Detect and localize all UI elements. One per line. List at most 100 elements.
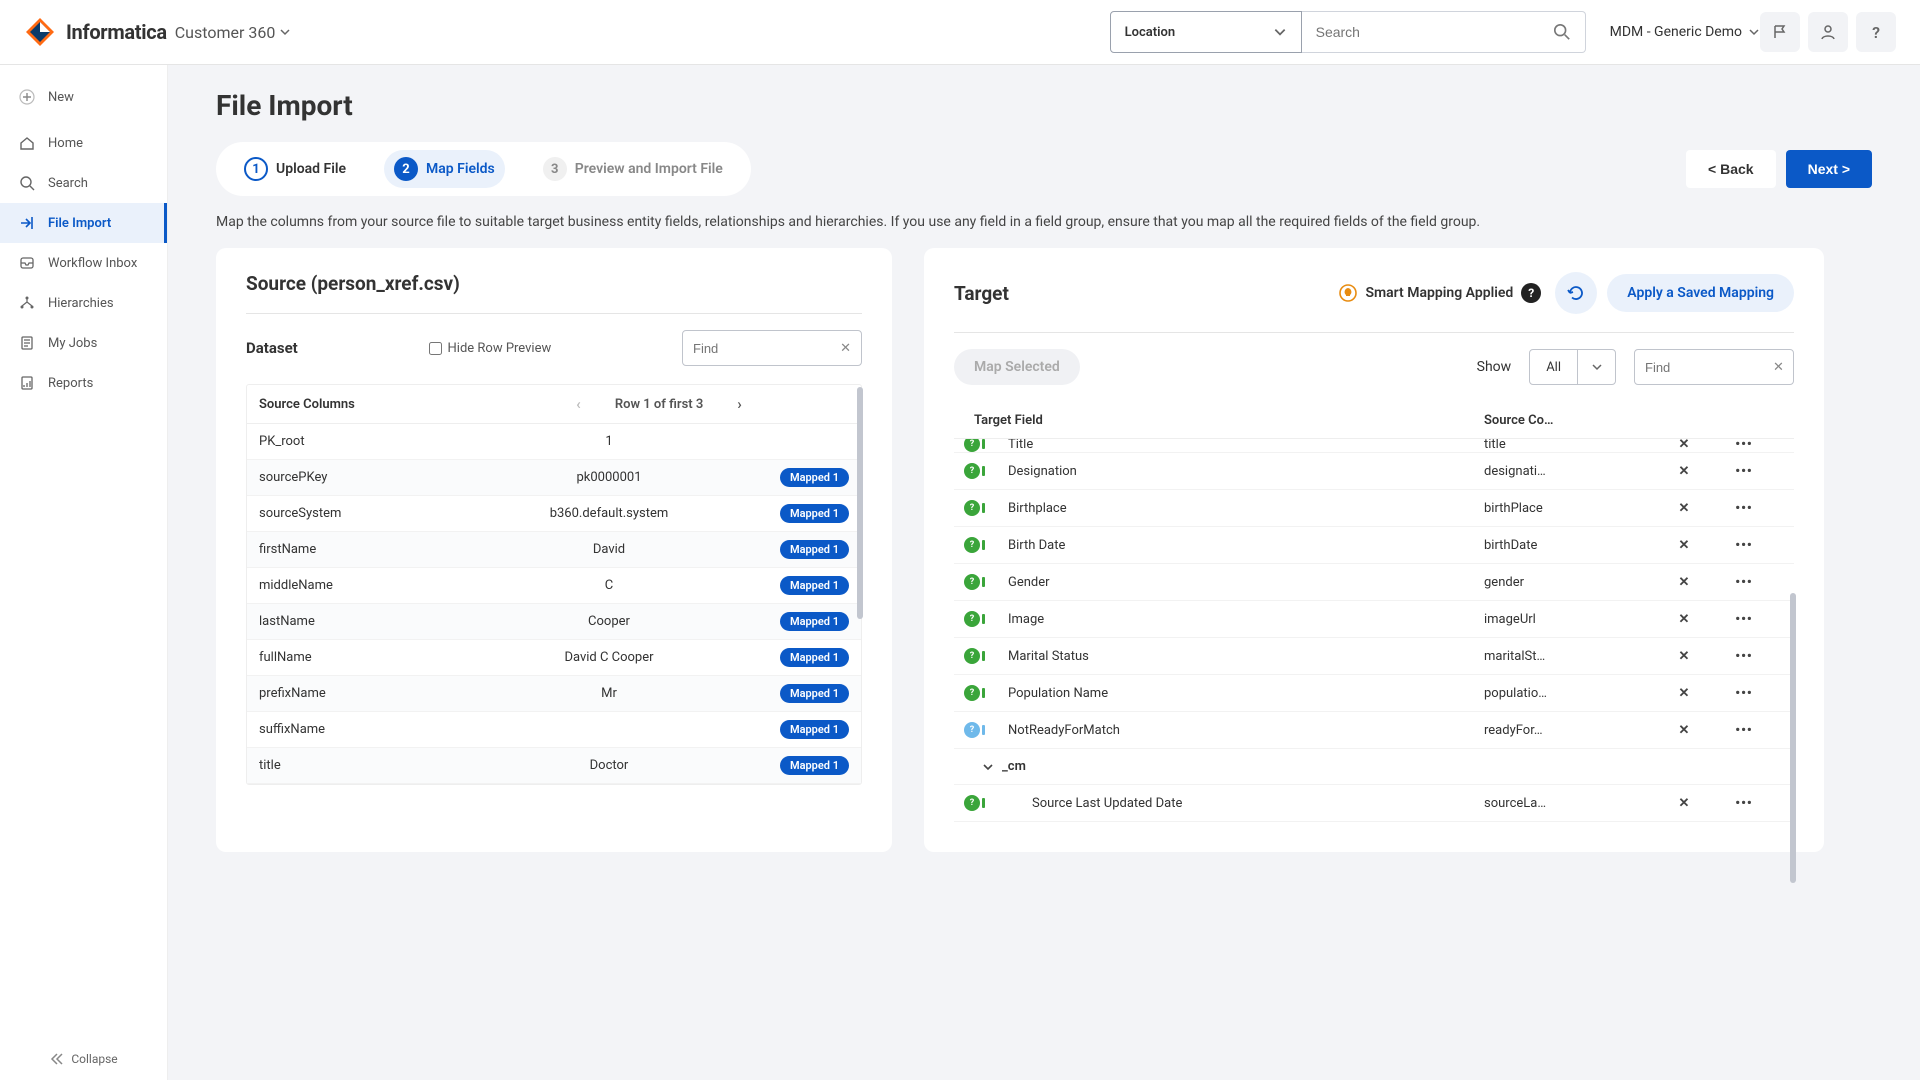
show-filter-dropdown[interactable]: All [1529, 349, 1616, 385]
remove-mapping-icon[interactable]: ✕ [1644, 649, 1724, 664]
source-row[interactable]: suffixNameMapped 1 [247, 712, 861, 748]
info-icon[interactable]: ? [1521, 283, 1541, 303]
global-search[interactable] [1302, 11, 1586, 53]
row-menu-icon[interactable]: ••• [1724, 649, 1764, 664]
target-field-name: Source Last Updated Date [990, 796, 1484, 811]
row-menu-icon[interactable]: ••• [1724, 686, 1764, 701]
location-dropdown[interactable]: Location [1110, 11, 1302, 53]
col-source-columns: Source Columns [259, 397, 469, 412]
back-button[interactable]: < Back [1686, 150, 1776, 188]
chevron-down-icon [1577, 350, 1615, 384]
find-input[interactable] [693, 341, 813, 356]
source-row[interactable]: PK_root1 [247, 424, 861, 460]
remove-mapping-icon[interactable]: ✕ [1644, 723, 1724, 738]
source-column-mapped: maritalSt… [1484, 649, 1644, 664]
undo-mapping-button[interactable] [1555, 272, 1597, 314]
target-row[interactable]: ?Titletitle✕••• [954, 439, 1794, 453]
scrollbar-thumb[interactable] [1790, 593, 1796, 883]
find-input[interactable] [1645, 360, 1765, 375]
product-switcher[interactable]: Customer 360 [175, 23, 292, 42]
source-row[interactable]: prefixNameMrMapped 1 [247, 676, 861, 712]
source-row[interactable]: sourceSystemb360.default.systemMapped 1 [247, 496, 861, 532]
remove-mapping-icon[interactable]: ✕ [1644, 575, 1724, 590]
next-row-icon[interactable]: › [737, 395, 742, 413]
next-button[interactable]: Next > [1786, 150, 1872, 188]
source-column-value: Mr [469, 686, 749, 701]
target-row[interactable]: ?NotReadyForMatchreadyFor…✕••• [954, 712, 1794, 749]
flag-icon-button[interactable] [1760, 12, 1800, 52]
mapped-badge-cell: Mapped 1 [749, 686, 849, 701]
remove-mapping-icon[interactable]: ✕ [1644, 501, 1724, 516]
search-input[interactable] [1316, 24, 1516, 40]
row-menu-icon[interactable]: ••• [1724, 501, 1764, 516]
target-row[interactable]: ?Gendergender✕••• [954, 564, 1794, 601]
lightbulb-icon [1339, 284, 1357, 302]
sidebar-item-my-jobs[interactable]: My Jobs [0, 323, 167, 363]
show-label: Show [1477, 359, 1512, 375]
mapped-badge: Mapped 1 [780, 720, 849, 739]
row-menu-icon[interactable]: ••• [1724, 796, 1764, 811]
target-field-name: Birthplace [990, 501, 1484, 516]
row-menu-icon[interactable]: ••• [1724, 464, 1764, 479]
remove-mapping-icon[interactable]: ✕ [1644, 538, 1724, 553]
help-icon-button[interactable]: ? [1856, 12, 1896, 52]
target-row[interactable]: ?Source Last Updated DatesourceLa…✕••• [954, 785, 1794, 822]
sidebar-item-hierarchies[interactable]: Hierarchies [0, 283, 167, 323]
remove-mapping-icon[interactable]: ✕ [1644, 686, 1724, 701]
content: File Import 1 Upload File 2 Map Fields 3… [168, 65, 1920, 1080]
source-row[interactable]: sourcePKeypk0000001Mapped 1 [247, 460, 861, 496]
collapse-sidebar-button[interactable]: Collapse [0, 1052, 167, 1066]
step-preview[interactable]: 3 Preview and Import File [533, 150, 733, 188]
remove-mapping-icon[interactable]: ✕ [1644, 796, 1724, 811]
sidebar-label: Hierarchies [48, 296, 114, 311]
sidebar-item-file-import[interactable]: File Import [0, 203, 167, 243]
sidebar-item-new[interactable]: New [0, 77, 167, 117]
source-row[interactable]: middleNameCMapped 1 [247, 568, 861, 604]
apply-saved-mapping-button[interactable]: Apply a Saved Mapping [1607, 274, 1794, 312]
target-row[interactable]: ?BirthplacebirthPlace✕••• [954, 490, 1794, 527]
hierarchy-icon [18, 294, 36, 312]
source-column-mapped: birthPlace [1484, 501, 1644, 516]
collapse-icon [49, 1052, 63, 1066]
remove-mapping-icon[interactable]: ✕ [1644, 464, 1724, 479]
target-row[interactable]: ?Marital StatusmaritalSt…✕••• [954, 638, 1794, 675]
target-find-box[interactable]: ✕ [1634, 349, 1794, 385]
step-upload[interactable]: 1 Upload File [234, 150, 356, 188]
target-group-row[interactable]: _cm [954, 749, 1794, 785]
source-row[interactable]: lastNameCooperMapped 1 [247, 604, 861, 640]
source-find-box[interactable]: ✕ [682, 330, 862, 366]
row-menu-icon[interactable]: ••• [1724, 723, 1764, 738]
source-row[interactable]: firstNameDavidMapped 1 [247, 532, 861, 568]
tenant-switcher[interactable]: MDM - Generic Demo [1610, 24, 1760, 40]
source-column-name: prefixName [259, 686, 469, 701]
row-menu-icon[interactable]: ••• [1724, 538, 1764, 553]
checkbox[interactable] [429, 342, 442, 355]
target-row[interactable]: ?Birth DatebirthDate✕••• [954, 527, 1794, 564]
scrollbar-thumb[interactable] [857, 387, 863, 619]
prev-row-icon[interactable]: ‹ [576, 395, 581, 413]
remove-mapping-icon[interactable]: ✕ [1644, 439, 1724, 452]
sidebar-item-workflow-inbox[interactable]: Workflow Inbox [0, 243, 167, 283]
map-selected-button: Map Selected [954, 349, 1080, 385]
import-icon [18, 214, 36, 232]
jobs-icon [18, 334, 36, 352]
source-row[interactable]: titleDoctorMapped 1 [247, 748, 861, 784]
step-label: Map Fields [426, 161, 495, 177]
sidebar-item-search[interactable]: Search [0, 163, 167, 203]
step-map[interactable]: 2 Map Fields [384, 150, 505, 188]
target-row[interactable]: ?Population Namepopulatio…✕••• [954, 675, 1794, 712]
user-icon-button[interactable] [1808, 12, 1848, 52]
clear-icon[interactable]: ✕ [1773, 360, 1784, 375]
row-menu-icon[interactable]: ••• [1724, 439, 1764, 452]
clear-icon[interactable]: ✕ [840, 341, 851, 356]
target-row[interactable]: ?Designationdesignati…✕••• [954, 453, 1794, 490]
row-menu-icon[interactable]: ••• [1724, 612, 1764, 627]
remove-mapping-icon[interactable]: ✕ [1644, 612, 1724, 627]
step-label: Preview and Import File [575, 161, 723, 177]
sidebar-item-home[interactable]: Home [0, 123, 167, 163]
hide-row-preview-checkbox[interactable]: Hide Row Preview [429, 341, 552, 356]
sidebar-item-reports[interactable]: Reports [0, 363, 167, 403]
target-row[interactable]: ?ImageimageUrl✕••• [954, 601, 1794, 638]
source-row[interactable]: fullNameDavid C CooperMapped 1 [247, 640, 861, 676]
row-menu-icon[interactable]: ••• [1724, 575, 1764, 590]
